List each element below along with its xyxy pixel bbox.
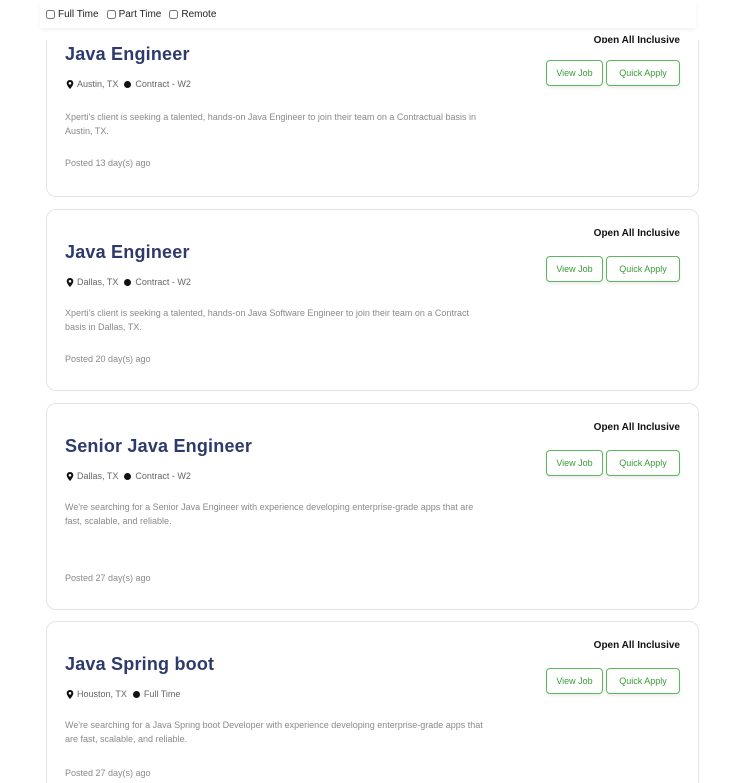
job-location: Houston, TX bbox=[77, 689, 127, 699]
job-title[interactable]: Java Spring boot bbox=[65, 654, 214, 675]
job-card: Open All Inclusive Java Spring boot Hous… bbox=[46, 621, 699, 783]
job-description: Xperti's client is seeking a talented, h… bbox=[65, 112, 476, 136]
quick-apply-button[interactable]: Quick Apply bbox=[606, 450, 680, 476]
remote-label: Remote bbox=[181, 8, 217, 20]
quick-apply-button[interactable]: Quick Apply bbox=[606, 256, 680, 282]
filter-part-time[interactable]: Part Time bbox=[106, 8, 162, 20]
view-job-button[interactable]: View Job bbox=[546, 668, 603, 694]
bullet-dot-icon bbox=[124, 278, 132, 286]
bullet-dot-icon bbox=[132, 690, 140, 698]
job-card: Open All Inclusive Java Engineer Austin,… bbox=[46, 35, 699, 197]
location-pin-icon bbox=[66, 471, 74, 481]
view-job-button[interactable]: View Job bbox=[546, 256, 603, 282]
posted-date: Posted 27 day(s) ago bbox=[65, 768, 151, 778]
job-type: Contract - W2 bbox=[135, 471, 191, 481]
job-location: Dallas, TX bbox=[77, 471, 119, 481]
quick-apply-button[interactable]: Quick Apply bbox=[606, 668, 680, 694]
job-title[interactable]: Java Engineer bbox=[65, 44, 190, 65]
job-meta: Austin, TX Contract - W2 bbox=[66, 79, 191, 89]
inclusive-badge: Open All Inclusive bbox=[593, 640, 680, 651]
job-title[interactable]: Senior Java Engineer bbox=[65, 436, 252, 457]
job-location: Dallas, TX bbox=[77, 277, 119, 287]
job-meta: Dallas, TX Contract - W2 bbox=[66, 471, 191, 481]
full-time-label: Full Time bbox=[58, 8, 99, 20]
job-type: Contract - W2 bbox=[135, 79, 191, 89]
job-meta: Dallas, TX Contract - W2 bbox=[66, 277, 191, 287]
remote-checkbox[interactable] bbox=[169, 9, 179, 19]
job-type-filter-bar: Full Time Part Time Remote bbox=[40, 0, 696, 28]
location-pin-icon bbox=[66, 277, 74, 287]
inclusive-badge: Open All Inclusive bbox=[593, 35, 680, 43]
inclusive-badge: Open All Inclusive bbox=[593, 422, 680, 433]
bullet-dot-icon bbox=[124, 80, 132, 88]
posted-date: Posted 20 day(s) ago bbox=[65, 354, 151, 364]
quick-apply-button[interactable]: Quick Apply bbox=[606, 60, 680, 86]
job-title[interactable]: Java Engineer bbox=[65, 242, 190, 263]
job-meta: Houston, TX Full Time bbox=[66, 689, 180, 699]
filter-remote[interactable]: Remote bbox=[169, 9, 216, 20]
inclusive-badge: Open All Inclusive bbox=[593, 228, 680, 239]
filter-full-time[interactable]: Full Time bbox=[46, 9, 99, 20]
part-time-checkbox[interactable] bbox=[106, 9, 116, 19]
full-time-checkbox[interactable] bbox=[46, 9, 55, 19]
job-description: We're searching for a Java Spring boot D… bbox=[65, 720, 483, 744]
job-card: Open All Inclusive Senior Java Engineer … bbox=[46, 403, 699, 610]
posted-date: Posted 27 day(s) ago bbox=[65, 573, 151, 583]
part-time-label: Part Time bbox=[118, 8, 162, 20]
location-pin-icon bbox=[66, 689, 74, 699]
job-description: We're searching for a Senior Java Engine… bbox=[65, 502, 474, 526]
posted-date: Posted 13 day(s) ago bbox=[65, 158, 151, 168]
view-job-button[interactable]: View Job bbox=[546, 60, 603, 86]
job-type: Contract - W2 bbox=[135, 277, 191, 287]
view-job-button[interactable]: View Job bbox=[546, 450, 603, 476]
job-card: Open All Inclusive Java Engineer Dallas,… bbox=[46, 209, 699, 391]
job-type: Full Time bbox=[143, 689, 181, 699]
job-description: Xperti's client is seeking a talented, h… bbox=[65, 308, 469, 332]
location-pin-icon bbox=[66, 79, 74, 89]
job-location: Austin, TX bbox=[77, 79, 119, 89]
bullet-dot-icon bbox=[124, 472, 132, 480]
